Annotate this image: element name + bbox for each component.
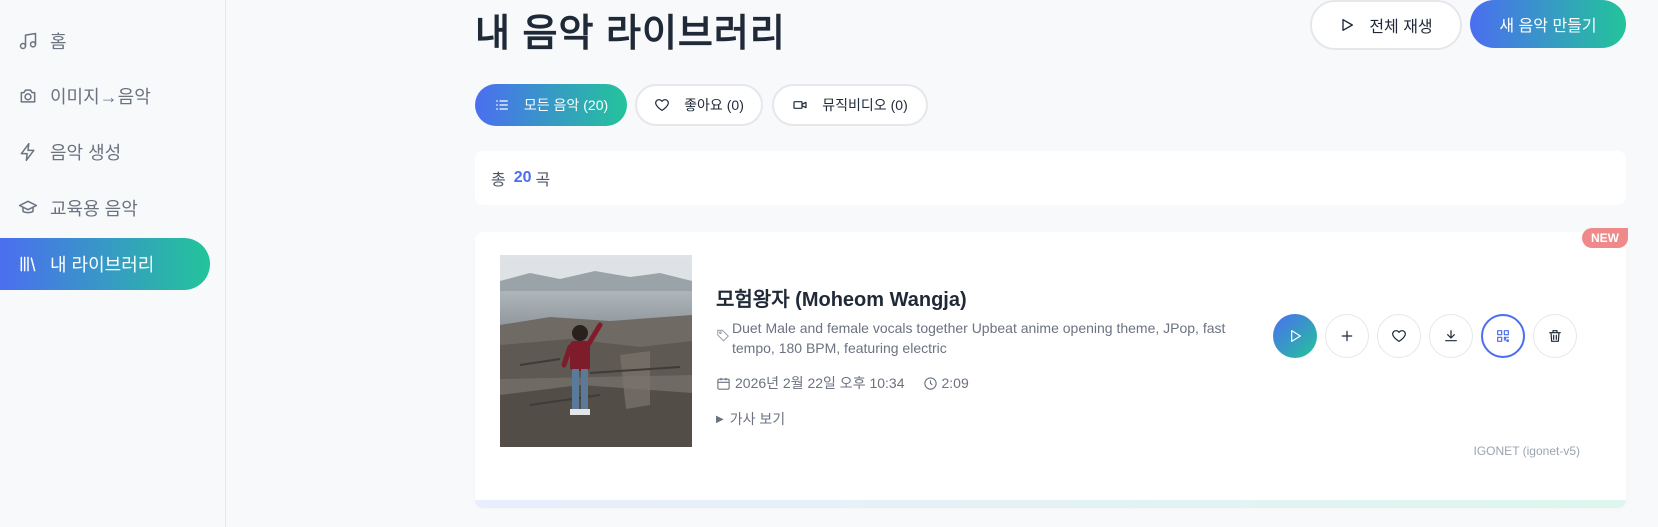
download-button[interactable]: [1429, 314, 1473, 358]
sidebar: 홈 이미지→음악 음악 생성 교육용 음악 내 라이브러리: [0, 0, 226, 527]
add-to-playlist-button[interactable]: [1325, 314, 1369, 358]
thumbnail-photo: [500, 255, 692, 447]
song-duration-group: 2:09: [923, 375, 969, 391]
tab-count: (0): [726, 97, 744, 113]
lyrics-toggle[interactable]: ▶ 가사 보기: [716, 409, 785, 429]
sidebar-item-image-to-music[interactable]: 이미지→음악: [0, 70, 210, 122]
sidebar-item-label: 이미지→음악: [50, 87, 151, 107]
song-thumbnail[interactable]: [500, 255, 692, 447]
graduation-cap-icon: [18, 198, 38, 218]
library-icon: [18, 254, 38, 274]
tab-label: 좋아요: [684, 97, 723, 113]
video-icon: [793, 101, 807, 109]
delete-button[interactable]: [1533, 314, 1577, 358]
lightning-icon: [18, 142, 38, 162]
sidebar-item-library[interactable]: 내 라이브러리: [0, 238, 210, 290]
caret-right-icon: ▶: [716, 413, 724, 425]
play-icon: [1291, 330, 1301, 342]
new-badge: NEW: [1582, 228, 1628, 248]
song-duration: 2:09: [941, 375, 969, 391]
sidebar-item-label: 내 라이브러리: [50, 255, 155, 275]
sidebar-item-home[interactable]: 홈: [0, 15, 210, 67]
tab-all-music[interactable]: 모든 음악 (20): [475, 84, 627, 126]
lyrics-toggle-label: 가사 보기: [729, 411, 786, 427]
new-music-button[interactable]: 새 음악 만들기: [1470, 0, 1626, 48]
total-count-bar: 총 20 곡: [475, 151, 1626, 205]
heart-icon: [655, 99, 669, 111]
trash-icon: [1549, 330, 1561, 342]
sidebar-item-education-music[interactable]: 교육용 음악: [0, 182, 210, 234]
song-description: Duet Male and female vocals together Upb…: [732, 320, 1226, 356]
play-all-button[interactable]: 전체 재생: [1310, 0, 1462, 50]
total-prefix: 총: [491, 172, 506, 189]
play-icon: [1342, 19, 1354, 31]
tab-count: (0): [890, 97, 908, 113]
sidebar-item-label: 음악 생성: [50, 143, 122, 163]
play-all-label: 전체 재생: [1369, 19, 1433, 36]
card-gradient-edge: [475, 500, 1626, 508]
tab-count: (20): [583, 97, 609, 113]
download-icon: [1445, 330, 1457, 342]
song-title: 모험왕자 (Moheom Wangja): [716, 289, 967, 311]
calendar-icon: [717, 377, 730, 390]
total-suffix: 곡: [535, 172, 551, 189]
page-title: 내 음악 라이브러리: [475, 13, 786, 55]
qr-code-icon: [1497, 330, 1509, 342]
clock-icon: [923, 376, 937, 390]
song-meta: 2026년 2월 22일 오후 10:34 2:09: [716, 373, 969, 393]
play-button[interactable]: [1273, 314, 1317, 358]
plus-icon: [1341, 330, 1353, 342]
sidebar-item-label: 홈: [50, 32, 67, 52]
heart-icon: [1392, 330, 1406, 342]
camera-icon: [18, 86, 38, 106]
model-label: IGONET (igonet-v5): [1473, 444, 1580, 458]
list-icon: [495, 100, 508, 110]
music-note-icon: [18, 31, 38, 51]
sidebar-item-label: 교육용 음악: [50, 199, 138, 219]
song-date: 2026년 2월 22일 오후 10:34: [735, 375, 905, 391]
tab-music-video[interactable]: 뮤직비디오 (0): [772, 84, 928, 126]
like-button[interactable]: [1377, 314, 1421, 358]
sidebar-item-music-generate[interactable]: 음악 생성: [0, 126, 210, 178]
tag-icon: [716, 328, 730, 342]
total-count: 20: [513, 169, 532, 186]
tab-likes[interactable]: 좋아요 (0): [635, 84, 763, 126]
tab-label: 모든 음악: [523, 97, 580, 113]
qr-code-button[interactable]: [1481, 314, 1525, 358]
tab-label: 뮤직비디오: [822, 97, 887, 113]
